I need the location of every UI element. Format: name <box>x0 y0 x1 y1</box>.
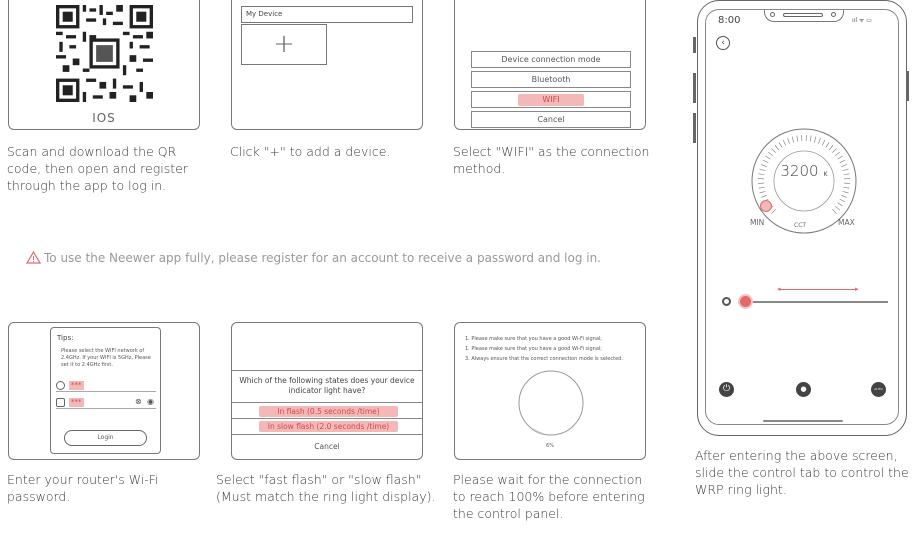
min-label: MIN <box>750 218 765 227</box>
status-time: 8:00 <box>718 15 741 26</box>
slider-arrow: ◂ ▸ <box>777 285 859 293</box>
wifi-option[interactable]: WIFI <box>471 91 631 108</box>
cancel-option[interactable]: Cancel <box>471 111 631 128</box>
step2-panel: My Device + <box>231 0 423 130</box>
phone-side-button-mid <box>693 73 696 103</box>
cct-knob[interactable] <box>760 200 772 212</box>
power-icon: ⏻ <box>722 384 731 394</box>
wifi-option-highlight: WIFI <box>518 94 584 106</box>
step1-caption: Scan and download the QR code, then open… <box>7 144 188 193</box>
add-device-button[interactable]: + <box>241 24 327 65</box>
status-icons: ııl ᯤ ▭ <box>852 17 872 24</box>
phone-notch <box>764 10 844 22</box>
indicator-question: Which of the following states does your … <box>232 370 422 403</box>
camera-dot <box>770 12 775 17</box>
power-button[interactable]: ⏻ <box>719 382 734 397</box>
phone-screen: 8:00 ııl ᯤ ▭ ‹ 3200 K MIN CCT MAX ◂ ▸ ⏻ … <box>705 9 899 425</box>
phone-side-button-low <box>693 113 696 143</box>
tips-dialog: Tips: Please select the WIFI network of … <box>50 327 161 454</box>
bluetooth-option[interactable]: Bluetooth <box>471 71 631 88</box>
connection-mode-title: Device connection mode <box>471 51 631 68</box>
step2-caption: Click "+" to add a device. <box>230 144 391 159</box>
speaker-slot <box>783 13 823 17</box>
wifi-icon <box>56 381 65 390</box>
phone-frame: 8:00 ııl ᯤ ▭ ‹ 3200 K MIN CCT MAX ◂ ▸ ⏻ … <box>693 0 909 436</box>
step4-caption: Enter your router's Wi-Fi password. <box>7 472 159 504</box>
step3-caption: Select "WIFI" as the connection method. <box>453 144 650 176</box>
device-name-field[interactable]: My Device <box>241 6 413 23</box>
register-warning: To use the Neewer app fully, please regi… <box>25 250 666 265</box>
eye-icon[interactable]: ◉ <box>147 397 154 406</box>
lock-icon <box>56 398 65 407</box>
palette-icon: ● <box>800 385 807 393</box>
progress-ring <box>518 370 584 436</box>
tips-title: Tips: <box>57 334 74 342</box>
fast-flash-button: In flash (0.5 seconds /time) <box>259 406 398 417</box>
scene-button[interactable]: ● <box>796 382 811 397</box>
phone-caption: After entering the above screen, slide t… <box>695 448 909 497</box>
slow-flash-button: In slow flash (2.0 seconds /time) <box>259 421 398 432</box>
step5-caption: Select "fast flash" or "slow flash" (Mus… <box>216 472 436 504</box>
step3-panel: Device connection mode Bluetooth WIFI Ca… <box>454 0 646 130</box>
clear-icon[interactable]: ⊗ <box>135 397 142 406</box>
cancel-row[interactable]: Cancel <box>232 436 422 458</box>
fast-flash-row[interactable]: In flash (0.5 seconds /time) <box>232 403 422 419</box>
brightness-icon <box>722 297 731 306</box>
step4-panel: Tips: Please select the WIFI network of … <box>8 322 200 460</box>
brightness-slider-track[interactable] <box>738 301 888 303</box>
ios-label: IOS <box>92 111 116 125</box>
ssid-field[interactable]: *** <box>56 380 156 392</box>
back-button[interactable]: ‹ <box>716 36 730 50</box>
password-field[interactable]: *** ⊗ ◉ <box>56 397 156 409</box>
phone-side-button-right <box>906 71 909 101</box>
tips-text: Please select the WIFI network of 2.4GHz… <box>61 348 151 368</box>
step6-panel: 1. Please make sure that you have a good… <box>454 322 646 460</box>
progress-label: 6% <box>546 443 554 449</box>
connection-notes: 1. Please make sure that you have a good… <box>465 336 623 362</box>
home-indicator <box>763 420 843 422</box>
qr-code-image <box>56 5 153 102</box>
auto-button[interactable]: AUTO <box>871 382 886 397</box>
slow-flash-row[interactable]: In slow flash (2.0 seconds /time) <box>232 419 422 435</box>
plus-icon: + <box>273 29 295 59</box>
step5-panel: Which of the following states does your … <box>231 322 423 460</box>
login-button[interactable]: Login <box>64 430 147 446</box>
max-label: MAX <box>838 218 855 227</box>
step1-panel: IOS <box>8 0 200 130</box>
cct-label: CCT <box>794 222 807 229</box>
sensor-dot <box>831 12 836 17</box>
brightness-slider-handle[interactable] <box>738 294 753 309</box>
step6-caption: Please wait for the connection to reach … <box>453 472 645 521</box>
chevron-left-icon: ‹ <box>721 38 725 48</box>
phone-side-button-top <box>693 37 696 53</box>
cct-value: 3200 K <box>780 162 828 180</box>
warning-icon <box>25 250 42 264</box>
